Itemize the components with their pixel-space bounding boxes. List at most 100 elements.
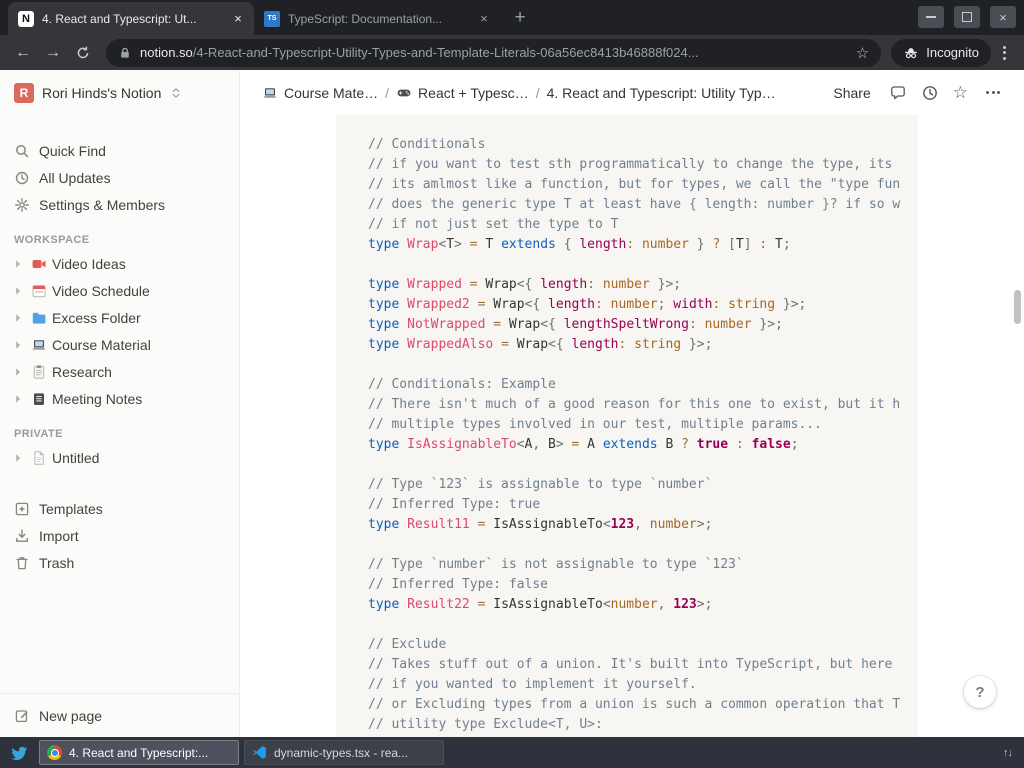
sidebar-item-label: Quick Find (39, 143, 106, 159)
chevron-right-icon[interactable] (10, 450, 26, 466)
chevron-right-icon[interactable] (10, 256, 26, 272)
code-line: type Wrapped2 = Wrap<{ length: number; w… (368, 295, 908, 315)
chevron-right-icon[interactable] (10, 337, 26, 353)
code-line (368, 355, 908, 375)
close-window-button[interactable]: × (990, 6, 1016, 28)
browser-tab-typescript-docs[interactable]: TS TypeScript: Documentation... × (254, 2, 500, 35)
code-line: // Takes stuff out of a union. It's buil… (368, 655, 908, 675)
incognito-spy-icon (903, 45, 919, 61)
chevron-right-icon[interactable] (10, 364, 26, 380)
sidebar-item-import[interactable]: Import (0, 522, 239, 549)
maximize-button[interactable] (954, 6, 980, 28)
tab-close-icon[interactable]: × (230, 11, 246, 27)
taskbar-task-4-react-and-typescript[interactable]: 4. React and Typescript:... (39, 740, 239, 765)
section-label-private: PRIVATE (0, 412, 239, 444)
chevron-right-icon[interactable] (10, 391, 26, 407)
refresh-button[interactable] (70, 40, 96, 66)
forward-button[interactable]: → (40, 40, 66, 66)
sidebar-page-meeting-notes[interactable]: Meeting Notes (0, 385, 239, 412)
sidebar-page-label: Meeting Notes (52, 391, 142, 407)
code-line: // Conditionals: Example (368, 375, 908, 395)
clock-icon (14, 170, 30, 186)
code-line: // There isn't much of a good reason for… (368, 395, 908, 415)
code-line: type Wrapped = Wrap<{ length: number }>; (368, 275, 908, 295)
sidebar-item-quick-find[interactable]: Quick Find (0, 137, 239, 164)
code-line: // if not just set the type to T (368, 215, 908, 235)
favorite-star-button[interactable]: ☆ (953, 83, 968, 103)
url-path: /4-React-and-Typescript-Utility-Types-an… (193, 45, 699, 60)
url-bar[interactable]: notion.so/4-React-and-Typescript-Utility… (106, 39, 881, 67)
breadcrumb-label: 4. React and Typescript: Utility Typ… (547, 85, 776, 101)
code-line: type Wrap<T> = T extends { length: numbe… (368, 235, 908, 255)
chevron-right-icon[interactable] (10, 283, 26, 299)
switcher-chevrons-icon (169, 86, 183, 100)
sidebar-item-templates[interactable]: Templates (0, 495, 239, 522)
new-tab-button[interactable]: + (506, 4, 534, 32)
launcher-bird-icon[interactable] (4, 739, 34, 766)
sidebar-top-menu: Quick Find All Updates Settings & Members (0, 137, 239, 218)
code-line: type NotWrapped = Wrap<{ lengthSpeltWron… (368, 315, 908, 335)
sidebar-page-untitled[interactable]: Untitled (0, 444, 239, 471)
more-options-button[interactable] (982, 91, 1004, 94)
sidebar-page-course-material[interactable]: Course Material (0, 331, 239, 358)
tab-close-icon[interactable]: × (476, 11, 492, 27)
sidebar-page-video-ideas[interactable]: Video Ideas (0, 250, 239, 277)
bookmark-star-icon[interactable]: ☆ (856, 44, 869, 62)
notes-icon (31, 391, 47, 407)
tab-title: TypeScript: Documentation... (288, 12, 468, 26)
new-page-button[interactable]: New page (0, 693, 239, 737)
code-line: // Conditionals (368, 135, 908, 155)
code-block[interactable]: // Conditionals// if you want to test st… (336, 115, 918, 737)
browser-menu-button[interactable] (995, 46, 1014, 60)
code-line: type Result22 = IsAssignableTo<number, 1… (368, 595, 908, 615)
sidebar-page-label: Excess Folder (52, 310, 141, 326)
minimize-button[interactable] (918, 6, 944, 28)
back-button[interactable]: ← (10, 40, 36, 66)
breadcrumb-item-4-react-and-typescript-utility-typ[interactable]: 4. React and Typescript: Utility Typ… (541, 82, 782, 104)
sidebar-item-label: All Updates (39, 170, 111, 186)
code-line: // Inferred Type: false (368, 575, 908, 595)
help-button[interactable]: ? (964, 676, 996, 708)
clipboard-icon (31, 364, 47, 380)
tray-updown-icon[interactable]: ↑↓ (1003, 747, 1020, 759)
incognito-badge: Incognito (891, 39, 991, 67)
breadcrumb-separator: / (385, 85, 389, 101)
search-icon (14, 143, 30, 159)
window-controls: × (918, 6, 1016, 28)
code-line: // Type `number` is not assignable to ty… (368, 555, 908, 575)
sidebar-page-excess-folder[interactable]: Excess Folder (0, 304, 239, 331)
code-line: // Type `123` is assignable to type `num… (368, 475, 908, 495)
sidebar-item-all-updates[interactable]: All Updates (0, 164, 239, 191)
sidebar-item-settings-members[interactable]: Settings & Members (0, 191, 239, 218)
sidebar-page-video-schedule[interactable]: Video Schedule (0, 277, 239, 304)
browser-tab-notion[interactable]: N 4. React and Typescript: Ut... × (8, 2, 254, 35)
gear-icon (14, 197, 30, 213)
sidebar-item-label: Trash (39, 555, 74, 571)
taskbar-task-dynamic-types-tsx-rea[interactable]: dynamic-types.tsx - rea... (244, 740, 444, 765)
calendar-icon (31, 283, 47, 299)
workspace-switcher[interactable]: R Rori Hinds's Notion (0, 70, 239, 103)
sidebar-bottom-menu: TemplatesImport Trash (0, 495, 239, 576)
code-line (368, 255, 908, 275)
notion-app: R Rori Hinds's Notion Quick Find All Upda… (0, 70, 1024, 737)
sidebar-sections: WORKSPACEVideo IdeasVideo Schedule Excess… (0, 218, 239, 471)
breadcrumb-item-react-typesc[interactable]: React + Typesc… (390, 82, 535, 104)
code-line (368, 615, 908, 635)
code-line: // Exclude (368, 635, 908, 655)
page-topbar: Course Mate…/React + Typesc…/4. React an… (240, 70, 1024, 115)
updates-button[interactable] (921, 84, 939, 102)
chevron-right-icon[interactable] (10, 310, 26, 326)
page-scrollbar[interactable] (1014, 290, 1021, 324)
share-button[interactable]: Share (829, 83, 874, 103)
folder-icon (31, 310, 47, 326)
vscode-icon (252, 745, 267, 760)
controller-icon (396, 85, 412, 101)
breadcrumb-item-course-mate[interactable]: Course Mate… (256, 82, 384, 104)
code-line (368, 535, 908, 555)
breadcrumb-label: Course Mate… (284, 85, 378, 101)
section-label-workspace: WORKSPACE (0, 218, 239, 250)
camera-icon (31, 256, 47, 272)
sidebar-item-trash[interactable]: Trash (0, 549, 239, 576)
sidebar-page-research[interactable]: Research (0, 358, 239, 385)
comments-button[interactable] (889, 84, 907, 102)
